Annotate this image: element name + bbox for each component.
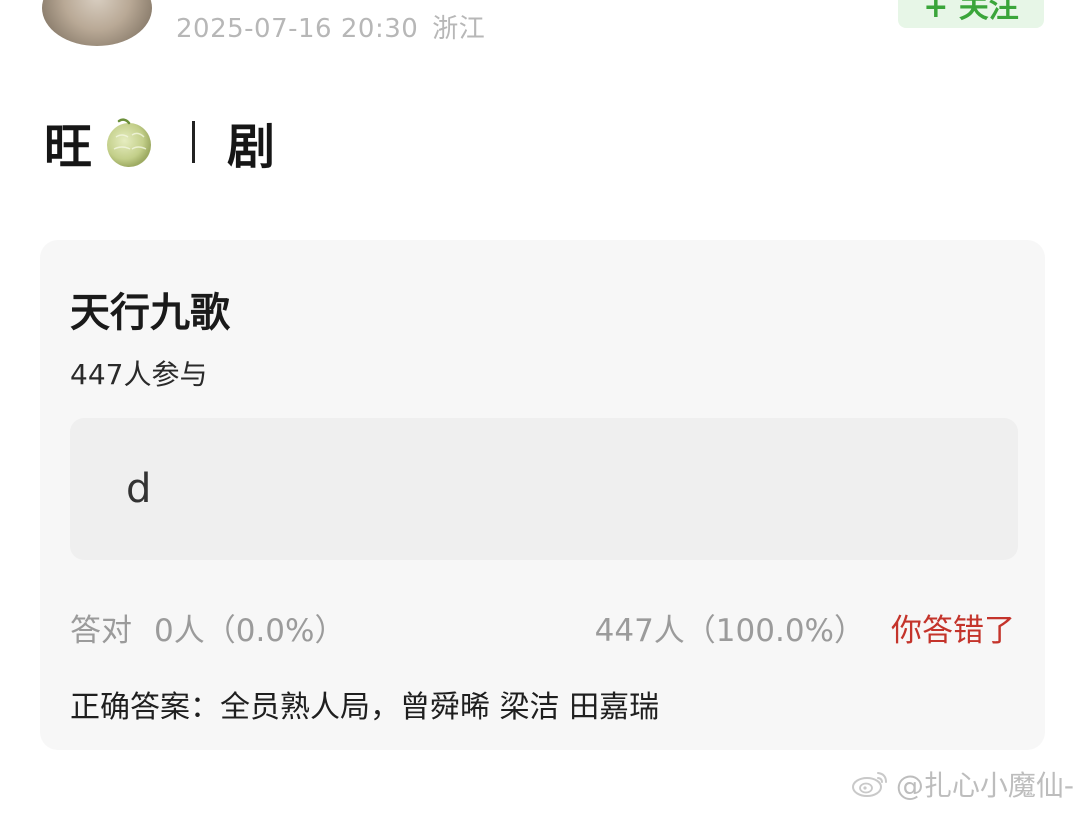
correct-label: 答对 — [70, 613, 132, 649]
title-divider — [192, 121, 196, 163]
post-location: 浙江 — [432, 14, 486, 44]
wrong-count: 447人（100.0%） — [594, 613, 865, 649]
post-meta: 2025-07-16 20:30 浙江 — [176, 8, 485, 45]
post-title-suffix: 剧 — [227, 119, 276, 175]
weibo-logo-icon — [851, 772, 887, 797]
post-title: 旺 剧 — [44, 110, 276, 175]
post-title-prefix: 旺 — [44, 119, 93, 175]
watermark: @扎心小魔仙- — [850, 764, 1074, 804]
melon-icon — [102, 115, 156, 169]
quiz-card: 天行九歌 447人参与 d 答对 0人（0.0%） 447人（100.0%） 你答… — [40, 240, 1045, 750]
quiz-title: 天行九歌 — [70, 290, 230, 336]
correct-count: 0人（0.0%） — [154, 613, 346, 649]
watermark-text: @扎心小魔仙- — [895, 769, 1074, 802]
quiz-participants: 447人参与 — [70, 358, 208, 391]
correct-answer: 正确答案：全员熟人局，曾舜晞 梁洁 田嘉瑞 — [70, 690, 660, 725]
correct-stat: 答对 0人（0.0%） — [70, 605, 345, 650]
wrong-answer-tag: 你答错了 — [891, 613, 1015, 649]
quiz-option-text: d — [126, 466, 152, 512]
wrong-stat: 447人（100.0%） 你答错了 — [595, 605, 1015, 650]
avatar[interactable] — [42, 0, 152, 46]
post-timestamp: 2025-07-16 20:30 — [176, 14, 419, 44]
follow-button[interactable]: + 关注 — [898, 0, 1044, 28]
quiz-option[interactable]: d — [70, 418, 1018, 560]
